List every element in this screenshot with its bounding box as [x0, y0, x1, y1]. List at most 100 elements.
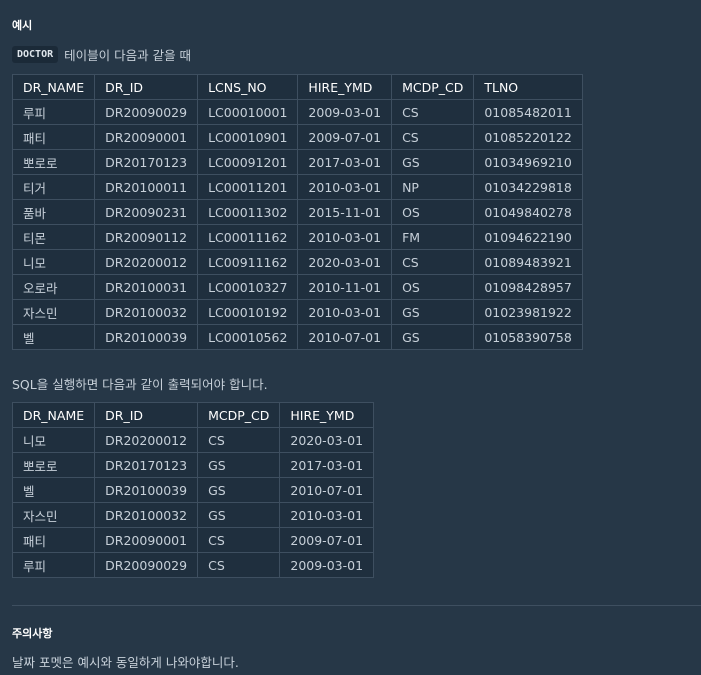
- table-cell: GS: [391, 149, 475, 175]
- table-row: 루피 DR20090029 CS 2009-03-01: [11, 552, 375, 578]
- table-cell: LC00010327: [197, 274, 299, 300]
- table-cell: 2010-07-01: [297, 324, 393, 350]
- table-cell: CS: [197, 552, 281, 578]
- table-cell: DR20090001: [94, 527, 199, 553]
- caution-heading: 주의사항: [12, 627, 53, 640]
- table-cell: NP: [391, 174, 475, 200]
- table-cell: 01058390758: [473, 324, 583, 350]
- table-cell: CS: [197, 527, 281, 553]
- table-cell: CS: [197, 427, 281, 453]
- table-row: 패티 DR20090001 CS 2009-07-01: [11, 527, 375, 553]
- table-cell: 01098428957: [473, 274, 583, 300]
- table-cell: GS: [197, 477, 281, 503]
- table-row: 오로라 DR20100031 LC00010327 2010-11-01 OS …: [11, 274, 583, 300]
- table-cell: 패티: [11, 124, 96, 150]
- table-cell: 티몬: [11, 224, 96, 250]
- table-cell: DR20100031: [94, 274, 199, 300]
- table-cell: 루피: [11, 552, 96, 578]
- example-intro: DOCTOR 테이블이 다음과 같을 때: [12, 44, 191, 64]
- intro-text: 테이블이 다음과 같을 때: [64, 47, 192, 63]
- table-cell: LC00011302: [197, 199, 299, 225]
- table-cell: 니모: [11, 427, 96, 453]
- table-cell: 2010-07-01: [279, 477, 375, 503]
- table-cell: 01034229818: [473, 174, 583, 200]
- table-cell: LC00010562: [197, 324, 299, 350]
- table-cell: 2009-03-01: [279, 552, 375, 578]
- table-cell: 01023981922: [473, 299, 583, 325]
- table-cell: DR20100011: [94, 174, 199, 200]
- table-cell: 2020-03-01: [279, 427, 375, 453]
- table-cell: CS: [391, 249, 475, 275]
- table-cell: DR20090112: [94, 224, 199, 250]
- table-cell: GS: [197, 502, 281, 528]
- table-cell: 2017-03-01: [297, 149, 393, 175]
- result-table: DR_NAME DR_ID MCDP_CD HIRE_YMD 니모 DR2020…: [11, 402, 375, 578]
- table-cell: DR20200012: [94, 427, 199, 453]
- table-cell: 티거: [11, 174, 96, 200]
- table-cell: DR20100032: [94, 502, 199, 528]
- table-cell: 2015-11-01: [297, 199, 393, 225]
- table-cell: OS: [391, 274, 475, 300]
- table-cell: LC00011201: [197, 174, 299, 200]
- table-row: 티몬 DR20090112 LC00011162 2010-03-01 FM 0…: [11, 224, 583, 250]
- column-header: MCDP_CD: [197, 402, 281, 428]
- table-cell: 뽀로로: [11, 452, 96, 478]
- table-cell: 01094622190: [473, 224, 583, 250]
- table-cell: 2010-03-01: [297, 224, 393, 250]
- table-cell: 니모: [11, 249, 96, 275]
- table-cell: GS: [391, 324, 475, 350]
- table-cell: LC00011162: [197, 224, 299, 250]
- table-row: 패티 DR20090001 LC00010901 2009-07-01 CS 0…: [11, 124, 583, 150]
- table-row: 뽀로로 DR20170123 GS 2017-03-01: [11, 452, 375, 478]
- table-row: 루피 DR20090029 LC00010001 2009-03-01 CS 0…: [11, 99, 583, 125]
- table-cell: 뽀로로: [11, 149, 96, 175]
- table-row: 뽀로로 DR20170123 LC00091201 2017-03-01 GS …: [11, 149, 583, 175]
- column-header: HIRE_YMD: [279, 402, 375, 428]
- table-cell: LC00010192: [197, 299, 299, 325]
- column-header: LCNS_NO: [197, 74, 299, 100]
- table-cell: 01049840278: [473, 199, 583, 225]
- table-cell: 01085220122: [473, 124, 583, 150]
- problem-description: 예시 DOCTOR 테이블이 다음과 같을 때 DR_NAME DR_ID LC…: [0, 0, 701, 675]
- section-divider: [12, 605, 701, 606]
- table-cell: DR20090029: [94, 552, 199, 578]
- table-cell: 2020-03-01: [297, 249, 393, 275]
- table-cell: 2017-03-01: [279, 452, 375, 478]
- table-cell: 01089483921: [473, 249, 583, 275]
- sql-result-note: SQL을 실행하면 다음과 같이 출력되어야 합니다.: [12, 377, 268, 392]
- table-row: 자스민 DR20100032 LC00010192 2010-03-01 GS …: [11, 299, 583, 325]
- doctor-table: DR_NAME DR_ID LCNS_NO HIRE_YMD MCDP_CD T…: [11, 74, 583, 350]
- table-row: 니모 DR20200012 CS 2020-03-01: [11, 427, 375, 453]
- table-cell: DR20090029: [94, 99, 199, 125]
- table-cell: 패티: [11, 527, 96, 553]
- table-cell: 2010-11-01: [297, 274, 393, 300]
- table-cell: DR20170123: [94, 452, 199, 478]
- table-cell: 2010-03-01: [297, 174, 393, 200]
- column-header: TLNO: [473, 74, 583, 100]
- table-cell: DR20090231: [94, 199, 199, 225]
- table-cell: 품바: [11, 199, 96, 225]
- column-header: DR_ID: [94, 402, 199, 428]
- table-cell: 01085482011: [473, 99, 583, 125]
- example-heading: 예시: [12, 19, 33, 32]
- table-cell: DR20200012: [94, 249, 199, 275]
- column-header: HIRE_YMD: [297, 74, 393, 100]
- table-cell: GS: [197, 452, 281, 478]
- table-cell: CS: [391, 99, 475, 125]
- table-row: 벨 DR20100039 LC00010562 2010-07-01 GS 01…: [11, 324, 583, 350]
- caution-text: 날짜 포멧은 예시와 동일하게 나와야합니다.: [12, 655, 239, 670]
- table-cell: 2009-07-01: [297, 124, 393, 150]
- table-cell: LC00010001: [197, 99, 299, 125]
- table-cell: 루피: [11, 99, 96, 125]
- table-cell: 2010-03-01: [297, 299, 393, 325]
- table-cell: DR20100032: [94, 299, 199, 325]
- table-cell: 벨: [11, 324, 96, 350]
- table-row: 니모 DR20200012 LC00911162 2020-03-01 CS 0…: [11, 249, 583, 275]
- table-row: 티거 DR20100011 LC00011201 2010-03-01 NP 0…: [11, 174, 583, 200]
- table-cell: 2009-03-01: [297, 99, 393, 125]
- table-cell: LC00091201: [197, 149, 299, 175]
- table-cell: DR20170123: [94, 149, 199, 175]
- column-header: MCDP_CD: [391, 74, 475, 100]
- table-row: 벨 DR20100039 GS 2010-07-01: [11, 477, 375, 503]
- table-cell: FM: [391, 224, 475, 250]
